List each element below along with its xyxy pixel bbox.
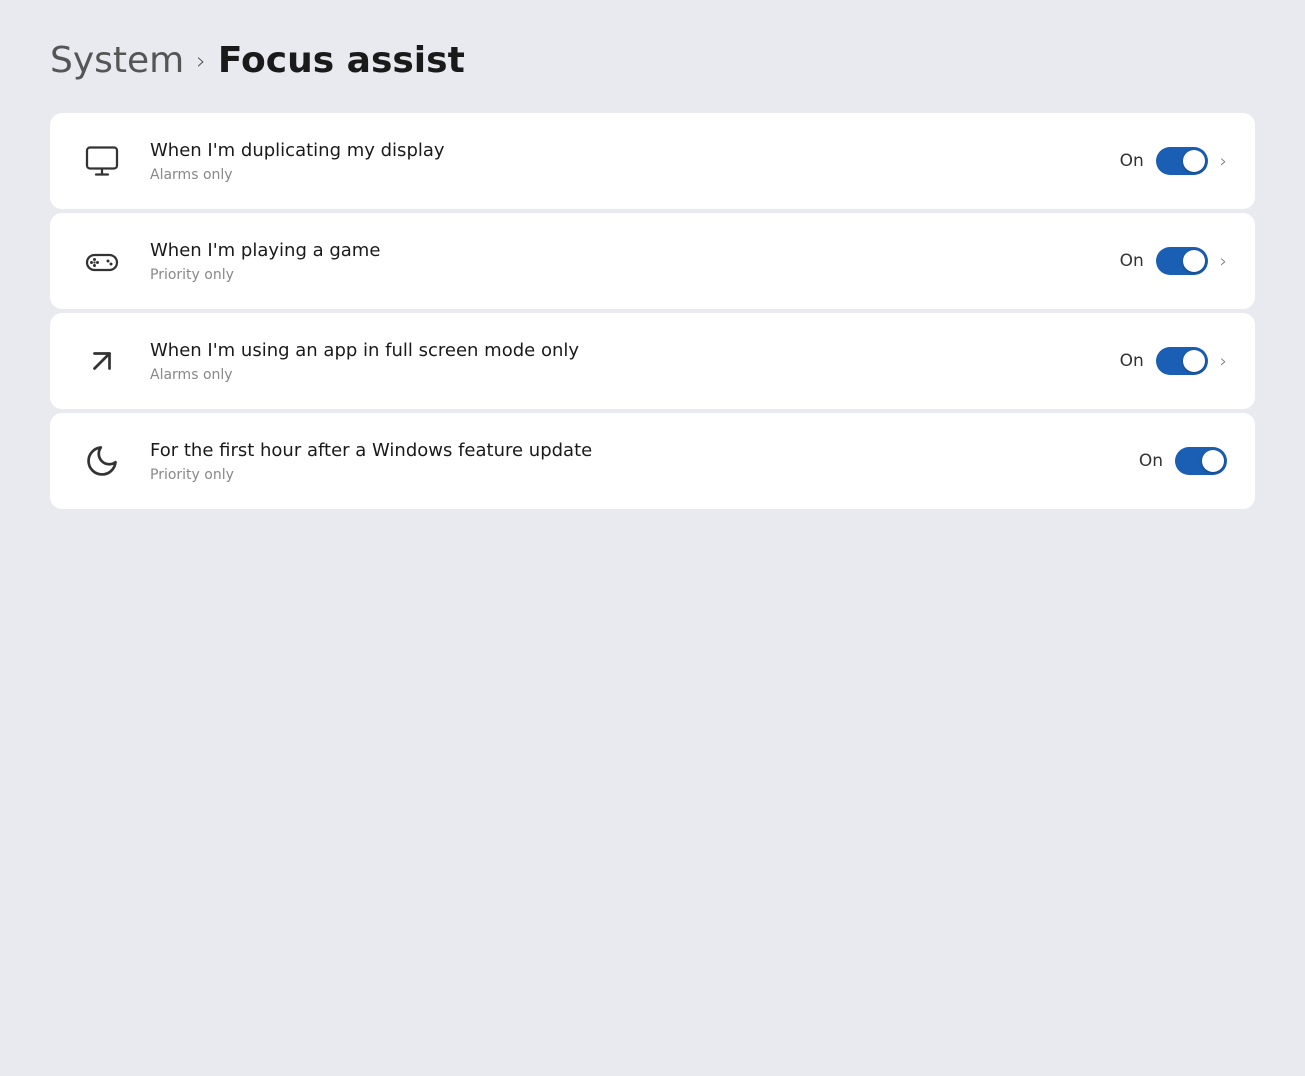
setting-controls-feature-update: On [1139, 447, 1227, 475]
system-nav-label[interactable]: System [50, 40, 184, 81]
setting-subtitle-feature-update: Priority only [150, 467, 1115, 483]
setting-title-duplicating-display: When I'm duplicating my display [150, 139, 1096, 162]
chevron-icon-duplicating-display: › [1220, 151, 1227, 172]
monitor-icon [78, 137, 126, 185]
setting-status-fullscreen-app: On [1120, 351, 1144, 371]
fullscreen-icon [78, 337, 126, 385]
setting-title-fullscreen-app: When I'm using an app in full screen mod… [150, 339, 1096, 362]
setting-content-duplicating-display: When I'm duplicating my display Alarms o… [150, 139, 1096, 182]
setting-card-duplicating-display[interactable]: When I'm duplicating my display Alarms o… [50, 113, 1255, 209]
setting-content-feature-update: For the first hour after a Windows featu… [150, 439, 1115, 482]
settings-list: When I'm duplicating my display Alarms o… [50, 113, 1255, 509]
chevron-icon-playing-game: › [1220, 251, 1227, 272]
setting-subtitle-duplicating-display: Alarms only [150, 167, 1096, 183]
setting-controls-duplicating-display: On › [1120, 147, 1227, 175]
setting-subtitle-playing-game: Priority only [150, 267, 1096, 283]
setting-content-fullscreen-app: When I'm using an app in full screen mod… [150, 339, 1096, 382]
page-title: Focus assist [218, 40, 465, 81]
setting-title-feature-update: For the first hour after a Windows featu… [150, 439, 1115, 462]
setting-content-playing-game: When I'm playing a game Priority only [150, 239, 1096, 282]
moon-icon [78, 437, 126, 485]
toggle-duplicating-display[interactable] [1156, 147, 1208, 175]
gamepad-icon [78, 237, 126, 285]
setting-status-feature-update: On [1139, 451, 1163, 471]
toggle-feature-update[interactable] [1175, 447, 1227, 475]
page-header: System › Focus assist [50, 40, 1255, 81]
chevron-icon-fullscreen-app: › [1220, 351, 1227, 372]
toggle-playing-game[interactable] [1156, 247, 1208, 275]
setting-controls-fullscreen-app: On › [1120, 347, 1227, 375]
toggle-fullscreen-app[interactable] [1156, 347, 1208, 375]
setting-card-playing-game[interactable]: When I'm playing a game Priority only On… [50, 213, 1255, 309]
setting-card-fullscreen-app[interactable]: When I'm using an app in full screen mod… [50, 313, 1255, 409]
setting-status-duplicating-display: On [1120, 151, 1144, 171]
breadcrumb-chevron: › [196, 47, 206, 75]
setting-subtitle-fullscreen-app: Alarms only [150, 367, 1096, 383]
setting-card-feature-update[interactable]: For the first hour after a Windows featu… [50, 413, 1255, 509]
setting-status-playing-game: On [1120, 251, 1144, 271]
setting-controls-playing-game: On › [1120, 247, 1227, 275]
setting-title-playing-game: When I'm playing a game [150, 239, 1096, 262]
